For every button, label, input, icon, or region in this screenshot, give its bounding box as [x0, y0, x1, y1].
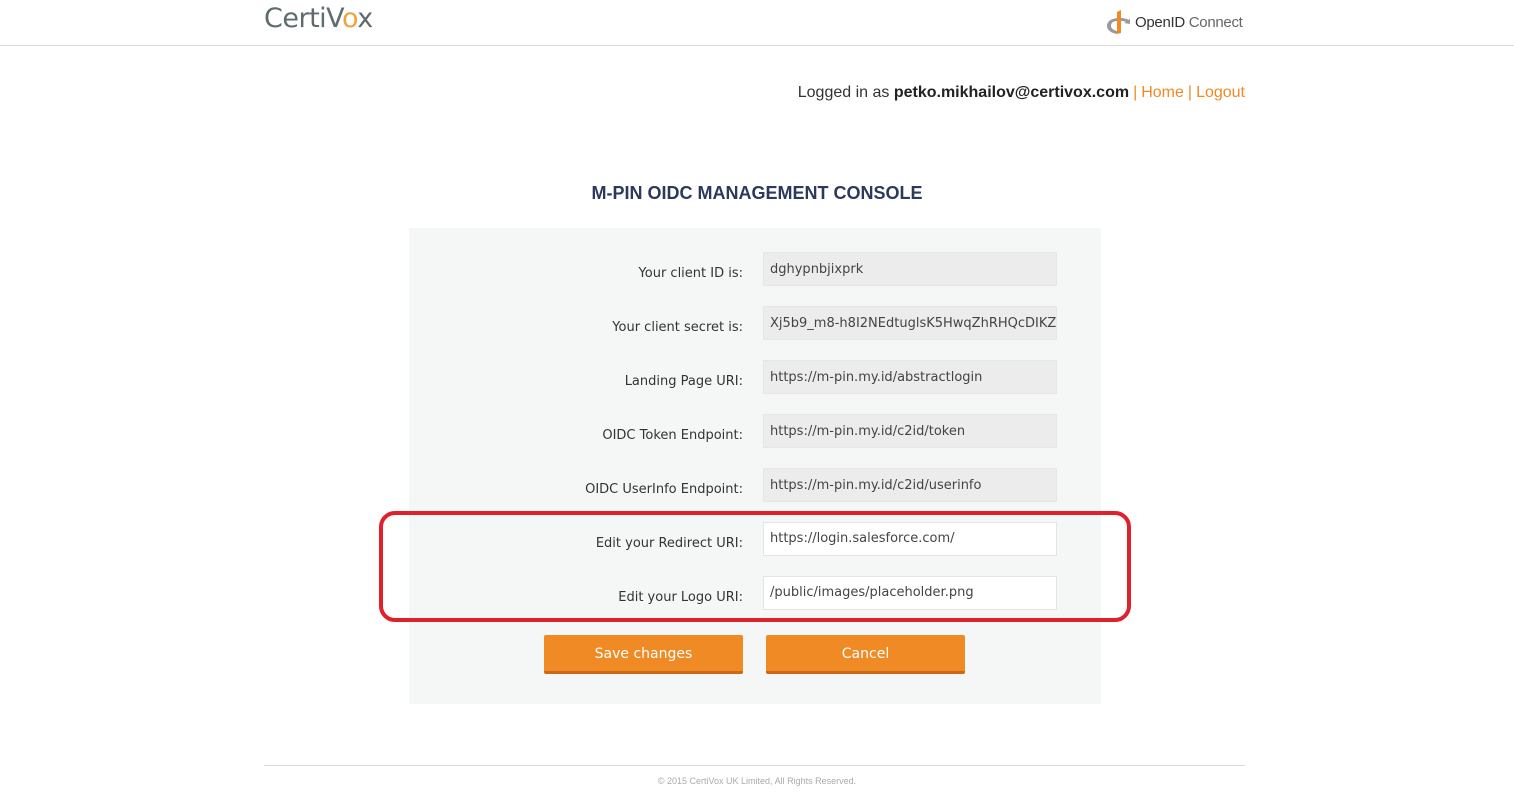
separator: | [1187, 84, 1193, 101]
logout-link[interactable]: Logout [1196, 84, 1245, 101]
top-bar: CertiVox OpenID Connect [0, 0, 1514, 46]
landing-page-row: Landing Page URI: https://m-pin.my.id/ab… [409, 360, 1101, 396]
cancel-button[interactable]: Cancel [766, 635, 965, 674]
client-id-field: dghypnbjixprk [763, 252, 1057, 286]
openid-connect-text: OpenID Connect [1135, 14, 1243, 31]
openid-brand-text: OpenID [1135, 13, 1185, 31]
token-endpoint-row: OIDC Token Endpoint: https://m-pin.my.id… [409, 414, 1101, 450]
client-id-row: Your client ID is: dghypnbjixprk [409, 252, 1101, 288]
logo-text-prefix: CertiV [264, 3, 343, 34]
connect-text: Connect [1184, 13, 1243, 31]
certivox-logo[interactable]: CertiVox [264, 3, 373, 34]
landing-page-field: https://m-pin.my.id/abstractlogin [763, 360, 1057, 394]
client-secret-field: Xj5b9_m8-h8I2NEdtuglsK5HwqZhRHQcDIKZ [763, 306, 1057, 340]
logo-lock-o: o [342, 3, 358, 34]
userinfo-endpoint-field: https://m-pin.my.id/c2id/userinfo [763, 468, 1057, 502]
user-status: Logged in as petko.mikhailov@certivox.co… [798, 84, 1245, 102]
userinfo-endpoint-label: OIDC UserInfo Endpoint: [585, 482, 743, 497]
openid-connect-logo: OpenID Connect [1105, 9, 1243, 35]
footer-copyright: © 2015 CertiVox UK Limited, All Rights R… [657, 776, 857, 786]
openid-icon [1107, 10, 1130, 34]
logo-text-suffix: x [357, 3, 373, 34]
page-title: M-PIN OIDC MANAGEMENT CONSOLE [591, 183, 923, 203]
token-endpoint-label: OIDC Token Endpoint: [602, 428, 743, 443]
landing-page-label: Landing Page URI: [624, 374, 743, 389]
separator: | [1133, 84, 1138, 101]
client-secret-row: Your client secret is: Xj5b9_m8-h8I2NEdt… [409, 306, 1101, 342]
client-id-label: Your client ID is: [638, 266, 743, 281]
editable-fields-highlight [379, 511, 1131, 622]
save-changes-button[interactable]: Save changes [544, 635, 743, 674]
user-email: petko.mikhailov@certivox.com [893, 84, 1130, 101]
footer-divider [264, 765, 1245, 766]
home-link[interactable]: Home [1141, 84, 1184, 101]
logged-in-label: Logged in as [797, 84, 894, 101]
userinfo-endpoint-row: OIDC UserInfo Endpoint: https://m-pin.my… [409, 468, 1101, 504]
token-endpoint-field: https://m-pin.my.id/c2id/token [763, 414, 1057, 448]
client-secret-label: Your client secret is: [612, 320, 743, 335]
settings-panel: Your client ID is: dghypnbjixprk Your cl… [409, 228, 1101, 704]
